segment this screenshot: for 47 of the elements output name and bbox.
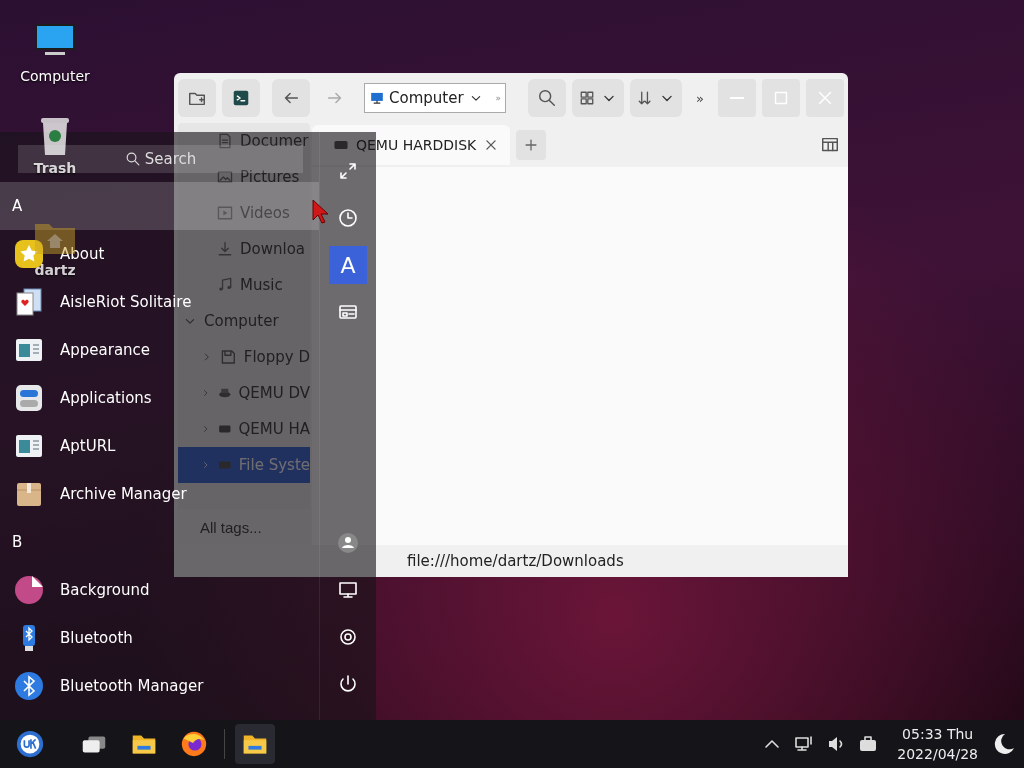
cards-icon (14, 287, 44, 317)
app-item[interactable]: Bluetooth Manager (14, 671, 204, 701)
pointer-icon (312, 199, 328, 225)
desktop-icon-label: Computer (20, 68, 90, 84)
grid-icon (578, 89, 596, 107)
search-icon (124, 151, 141, 167)
videos-icon (216, 204, 234, 222)
computer-icon (369, 90, 385, 106)
search-icon (537, 88, 557, 108)
desktop-icon-label: dartz (34, 262, 76, 278)
bt-icon (14, 671, 44, 701)
location-dropdown[interactable]: Computer » (364, 83, 506, 113)
new-tab-button[interactable] (516, 130, 547, 160)
launcher-icon (15, 729, 45, 759)
app-item[interactable]: AisleRiot Solitaire (14, 287, 192, 317)
desktop-icon-label: Trash (33, 160, 77, 176)
moon-icon[interactable] (994, 733, 1014, 755)
music-icon (216, 276, 234, 294)
clock[interactable]: 05:33 Thu 2022/04/28 (897, 724, 978, 764)
display-icon (337, 579, 360, 601)
user-icon (337, 532, 360, 554)
files-window-button[interactable] (235, 724, 275, 764)
view-mode-button[interactable] (572, 79, 624, 117)
section-letter: B (12, 533, 23, 551)
search-button[interactable] (528, 79, 566, 117)
more-button[interactable]: » (696, 90, 704, 106)
back-button[interactable] (272, 79, 310, 117)
pictures-icon (216, 168, 234, 186)
terminal-button[interactable] (222, 79, 260, 117)
letter-view-button[interactable]: A (329, 246, 368, 284)
browser-icon (179, 729, 209, 759)
app-item[interactable]: AptURL (14, 431, 116, 461)
downloads-icon (216, 240, 234, 258)
status-bar-path: file:///home/dartz/Downloads (406, 551, 625, 572)
section-letter: A (12, 197, 23, 215)
app-item[interactable]: Applications (14, 383, 152, 413)
terminal-icon (231, 88, 251, 108)
toggles-icon (14, 383, 44, 413)
documents-icon (216, 132, 234, 150)
app-item[interactable]: Bluetooth (14, 623, 133, 653)
new-folder-button[interactable] (178, 79, 216, 117)
background-icon (14, 575, 44, 605)
app-item[interactable]: Appearance (14, 335, 151, 365)
floppy-icon (219, 347, 238, 367)
app-item[interactable]: Background (14, 575, 150, 605)
recent-icon (337, 207, 360, 229)
sort-button[interactable] (630, 79, 682, 117)
